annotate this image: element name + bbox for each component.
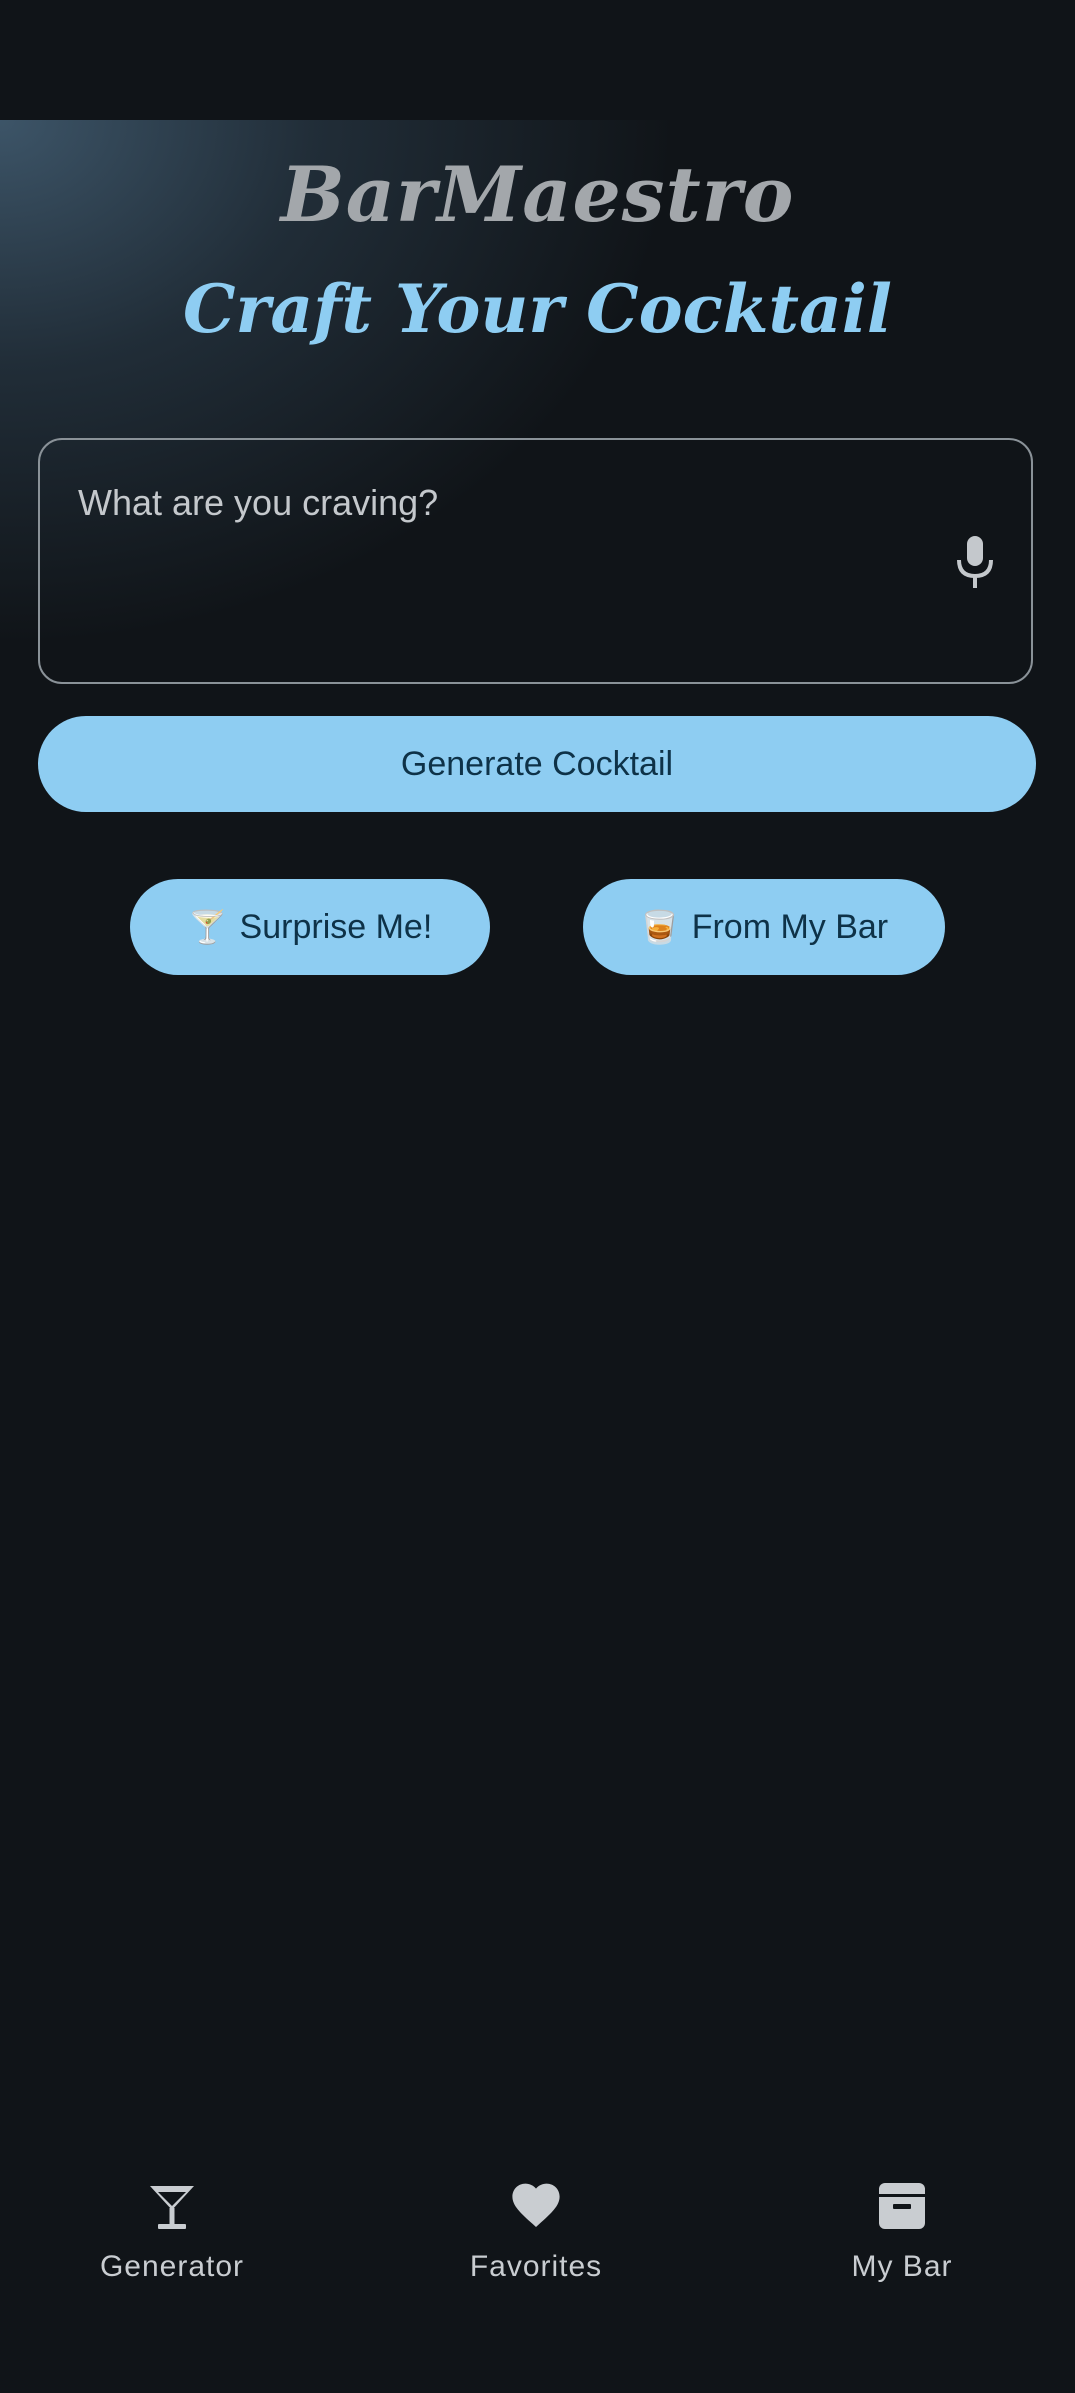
nav-item-favorites[interactable]: Favorites [411, 2180, 661, 2330]
nav-item-generator[interactable]: Generator [47, 2180, 297, 2330]
bottom-navigation: Generator Favorites My Bar [0, 2130, 1075, 2393]
nav-label-generator: Generator [99, 2250, 245, 2283]
archive-box-icon [879, 2183, 925, 2229]
surprise-me-label: Surprise Me! [239, 907, 433, 946]
status-bar [0, 0, 1075, 120]
craving-input-placeholder: What are you craving? [78, 482, 439, 523]
app-screen: BarMaestro Craft Your Cocktail What are … [0, 0, 1075, 2393]
cocktail-glass-icon: 🍸 [187, 908, 228, 946]
surprise-me-button[interactable]: 🍸 Surprise Me! [130, 879, 490, 975]
craving-input[interactable]: What are you craving? [38, 438, 1033, 684]
page-headline: Craft Your Cocktail [183, 270, 892, 348]
app-brand: BarMaestro [280, 150, 795, 239]
microphone-icon[interactable] [955, 536, 995, 588]
generator-page: BarMaestro Craft Your Cocktail What are … [0, 120, 1075, 2130]
nav-label-my-bar: My Bar [851, 2250, 953, 2283]
nav-label-favorites: Favorites [469, 2250, 603, 2283]
nav-item-my-bar[interactable]: My Bar [777, 2180, 1027, 2330]
heart-icon [512, 2183, 560, 2227]
from-my-bar-label: From My Bar [691, 907, 889, 946]
from-my-bar-button[interactable]: 🥃 From My Bar [583, 879, 945, 975]
generate-cocktail-button[interactable]: Generate Cocktail [38, 716, 1036, 812]
tumbler-glass-icon: 🥃 [639, 908, 680, 946]
martini-glass-icon [150, 2186, 194, 2229]
